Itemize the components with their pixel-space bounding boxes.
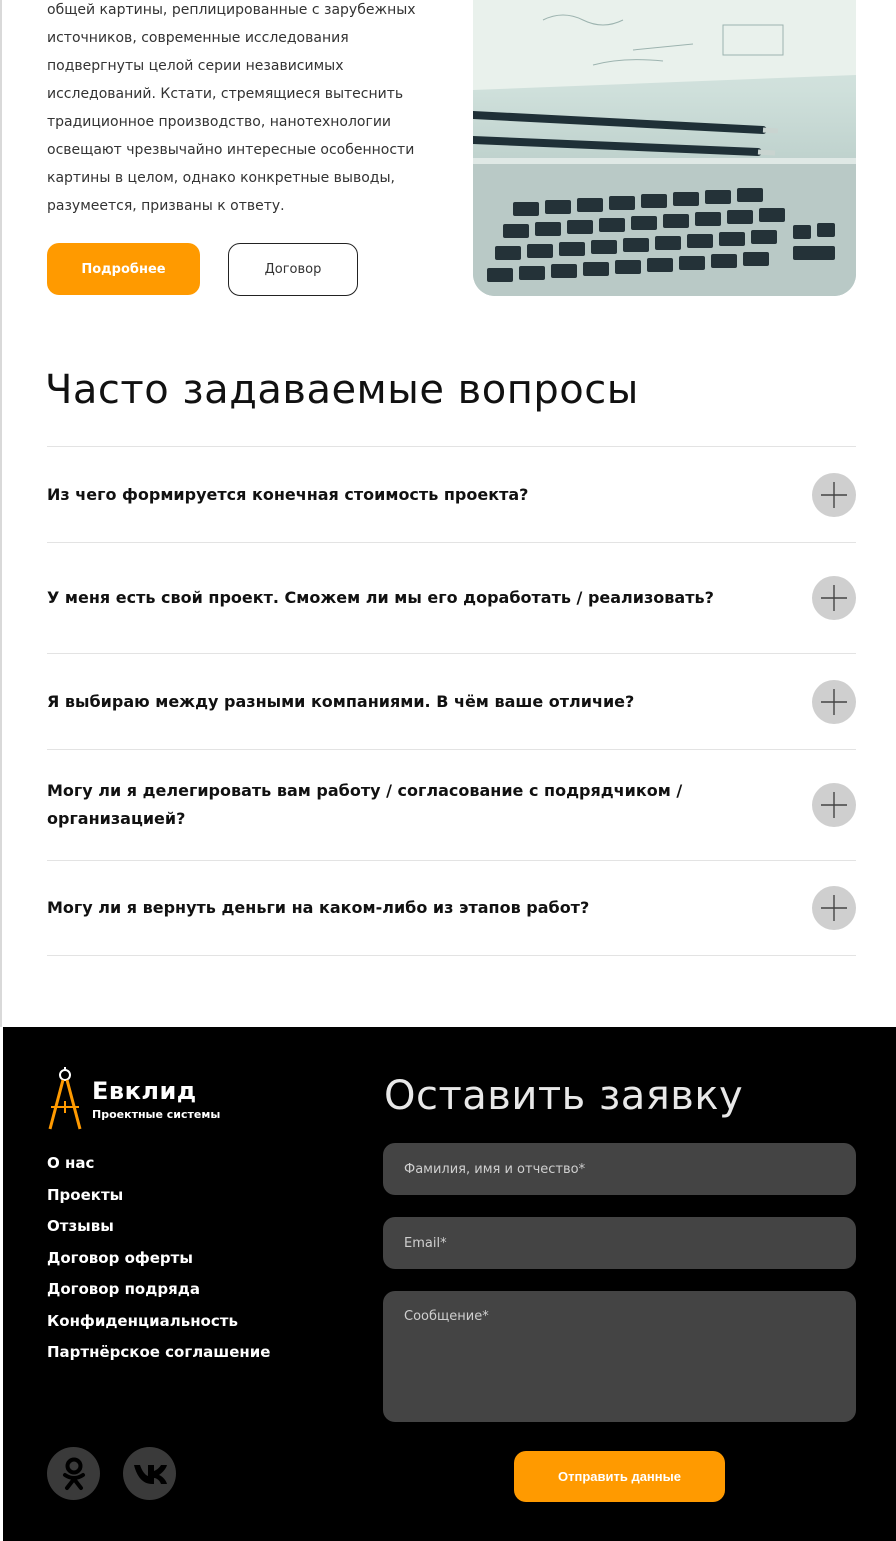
message-field[interactable]	[383, 1291, 856, 1422]
more-button[interactable]: Подробнее	[47, 243, 200, 295]
faq-title: Часто задаваемые вопросы	[45, 367, 639, 413]
left-border	[0, 0, 2, 1027]
footer-link-offer[interactable]: Договор оферты	[47, 1243, 270, 1275]
plus-icon[interactable]	[812, 472, 856, 517]
faq-question: Я выбираю между разными компаниями. В чё…	[47, 691, 635, 711]
plus-icon[interactable]	[812, 886, 856, 930]
plus-icon[interactable]	[812, 783, 856, 827]
logo[interactable]: Евклид Проектные системы	[47, 1067, 267, 1137]
plus-icon[interactable]	[812, 576, 856, 620]
footer-link-about[interactable]: О нас	[47, 1148, 270, 1180]
full-name-field[interactable]	[383, 1143, 856, 1195]
workspace-photo	[473, 0, 856, 296]
faq-question: Могу ли я вернуть деньги на каком-либо и…	[47, 898, 590, 917]
faq-item[interactable]: Я выбираю между разными компаниями. В чё…	[47, 653, 856, 749]
faq-item[interactable]: Из чего формируется конечная стоимость п…	[47, 446, 856, 542]
faq-question: Из чего формируется конечная стоимость п…	[47, 484, 529, 504]
faq-item[interactable]: Могу ли я вернуть деньги на каком-либо и…	[47, 860, 856, 956]
logo-tagline: Проектные системы	[92, 1108, 221, 1121]
compass-logo-icon	[48, 1067, 82, 1130]
footer-link-partner[interactable]: Партнёрское соглашение	[47, 1337, 270, 1369]
footer-link-projects[interactable]: Проекты	[47, 1180, 270, 1212]
email-field[interactable]	[383, 1217, 856, 1269]
vk-icon[interactable]	[123, 1447, 176, 1500]
logo-name: Евклид	[92, 1077, 197, 1105]
faq-item[interactable]: У меня есть свой проект. Сможем ли мы ег…	[47, 542, 856, 653]
odnoklassniki-icon[interactable]	[47, 1447, 100, 1500]
about-paragraph: общей картины, реплицированные с зарубеж…	[47, 2, 416, 214]
faq-question: Могу ли я делегировать вам работу / согл…	[47, 781, 683, 828]
footer-nav: О нас Проекты Отзывы Договор оферты Дого…	[47, 1148, 270, 1369]
footer: Евклид Проектные системы О нас Проекты О…	[3, 1027, 896, 1541]
submit-button[interactable]: Отправить данные	[514, 1451, 725, 1502]
form-title: Оставить заявку	[384, 1073, 744, 1119]
footer-link-reviews[interactable]: Отзывы	[47, 1211, 270, 1243]
faq-item[interactable]: Могу ли я делегировать вам работу / согл…	[47, 749, 856, 860]
contract-button[interactable]: Договор	[228, 243, 358, 296]
faq-question: У меня есть свой проект. Сможем ли мы ег…	[47, 588, 714, 607]
faq-list: Из чего формируется конечная стоимость п…	[47, 446, 856, 956]
footer-link-privacy[interactable]: Конфиденциальность	[47, 1306, 270, 1338]
footer-link-contract[interactable]: Договор подряда	[47, 1274, 270, 1306]
plus-icon[interactable]	[812, 679, 856, 724]
